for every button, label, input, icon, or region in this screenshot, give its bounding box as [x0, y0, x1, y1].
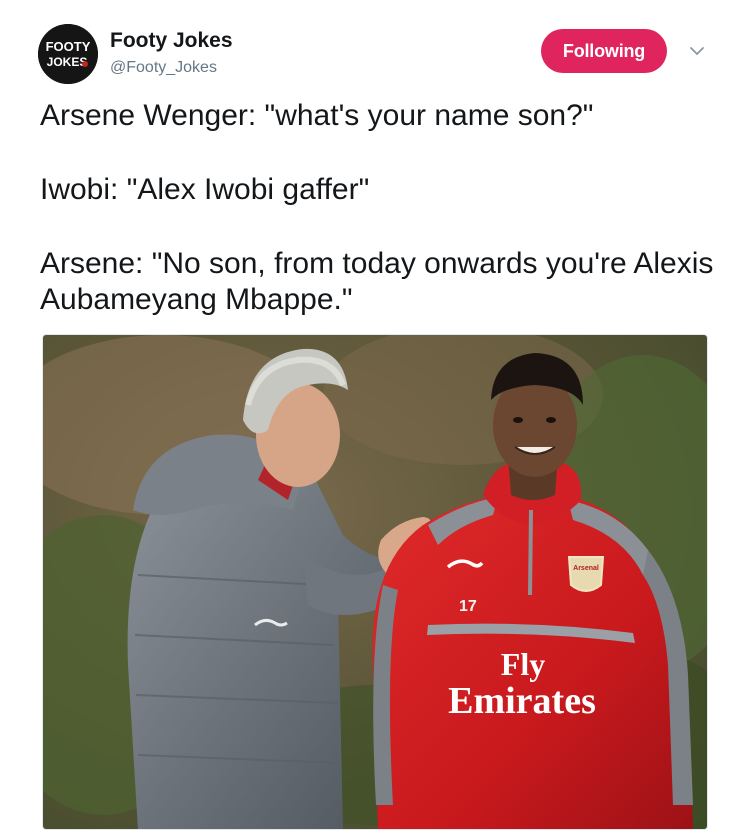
avatar[interactable]: FOOTY JOKES [38, 24, 98, 84]
jersey-number: 17 [459, 598, 477, 615]
chevron-down-icon[interactable] [686, 40, 708, 62]
tweet-header: FOOTY JOKES Footy Jokes @Footy_Jokes Fol… [0, 0, 750, 96]
wenger-iwobi-photo: 17 Arsenal Fly Emirates [43, 335, 707, 829]
footy-jokes-logo-icon: FOOTY JOKES [38, 24, 98, 84]
tweet-line: Arsene: "No son, from today onwards you'… [40, 247, 721, 316]
following-button[interactable]: Following [541, 29, 667, 73]
handle[interactable]: @Footy_Jokes [110, 57, 233, 79]
tweet-photo[interactable]: 17 Arsenal Fly Emirates [42, 334, 708, 830]
tweet-line: Arsene Wenger: "what's your name son?" [40, 99, 594, 132]
sponsor-line2: Emirates [448, 680, 596, 722]
sponsor-line1: Fly [501, 646, 545, 682]
avatar-line1: FOOTY [46, 39, 91, 54]
tweet-text: Arsene Wenger: "what's your name son?" I… [40, 98, 730, 356]
account-names: Footy Jokes @Footy_Jokes [110, 28, 233, 79]
avatar-line2: JOKES [47, 55, 88, 69]
display-name[interactable]: Footy Jokes [110, 28, 233, 54]
badge-text: Arsenal [573, 565, 599, 572]
tweet-line: Iwobi: "Alex Iwobi gaffer" [40, 173, 370, 206]
